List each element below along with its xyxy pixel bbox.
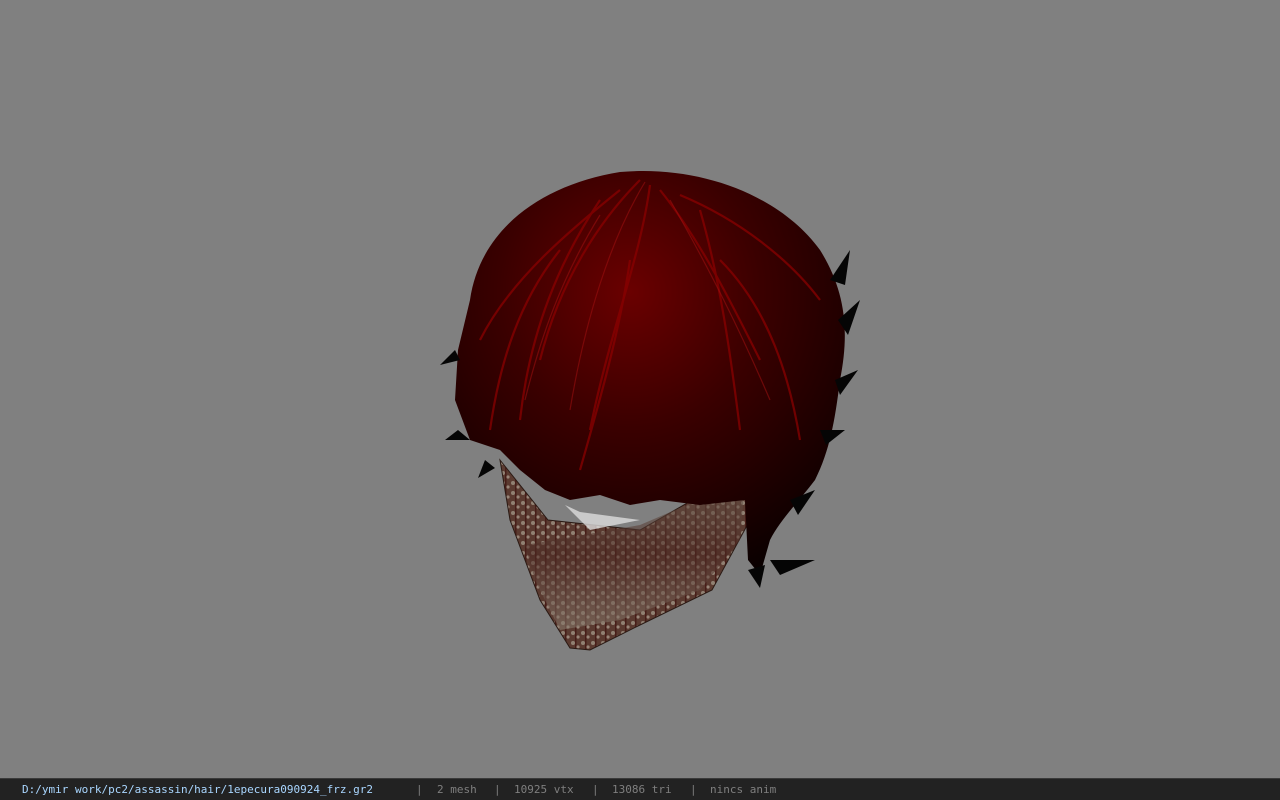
vertex-count-label: 10925 vtx — [514, 783, 574, 796]
status-separator: | — [494, 783, 501, 796]
status-separator: | — [592, 783, 599, 796]
triangle-count-label: 13086 tri — [612, 783, 672, 796]
hair-model-render — [440, 170, 860, 651]
3d-viewport[interactable] — [0, 0, 1280, 778]
file-path-label: D:/ymir work/pc2/assassin/hair/1epecura0… — [22, 783, 373, 796]
status-separator: | — [690, 783, 697, 796]
animation-status-label: nincs anim — [710, 783, 777, 796]
status-separator: | — [416, 783, 423, 796]
mesh-count-label: 2 mesh — [437, 783, 477, 796]
status-bar: D:/ymir work/pc2/assassin/hair/1epecura0… — [0, 778, 1280, 800]
